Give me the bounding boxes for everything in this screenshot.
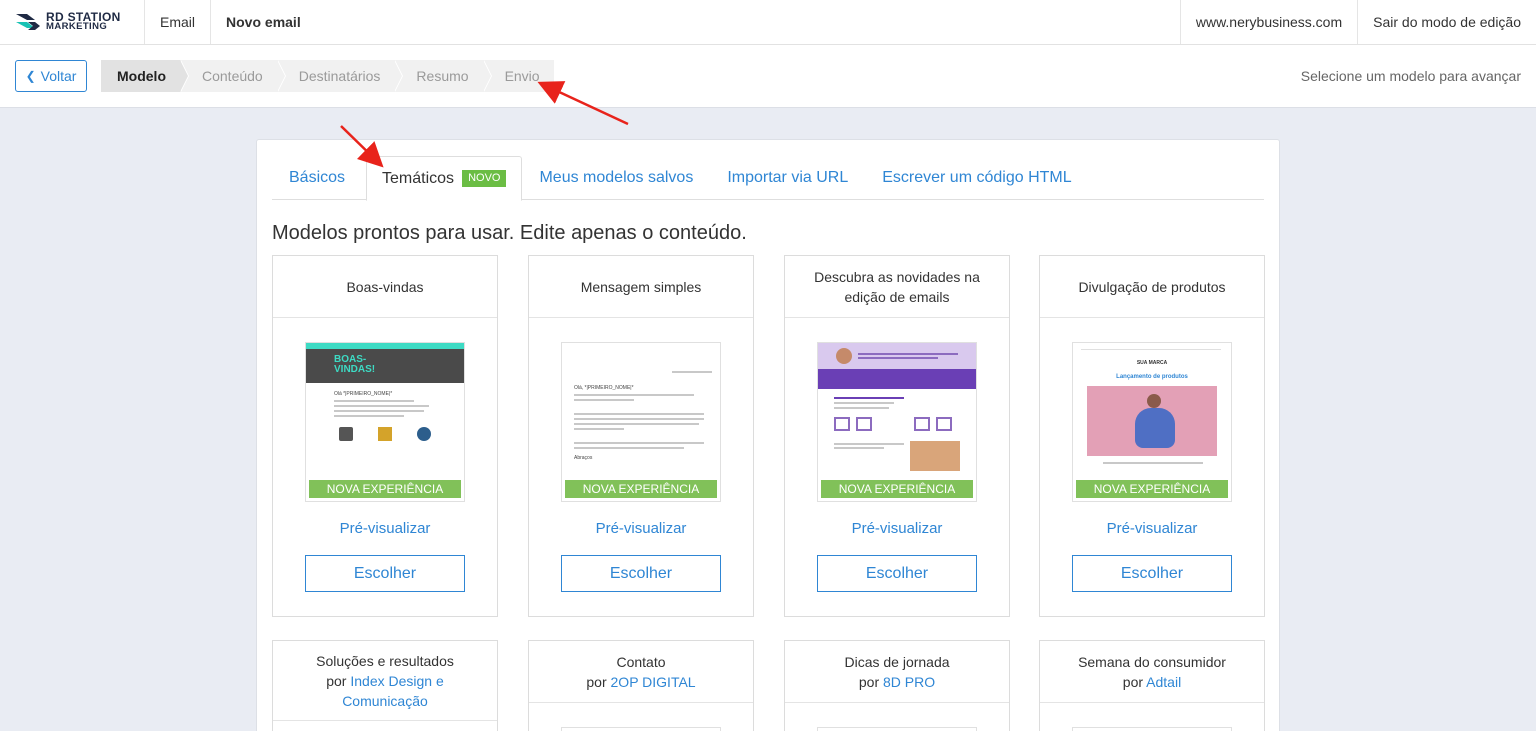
choose-button[interactable]: Escolher (817, 555, 977, 592)
template-thumbnail[interactable] (817, 727, 977, 731)
step-modelo[interactable]: Modelo (101, 60, 189, 92)
preview-link[interactable]: Pré-visualizar (1040, 520, 1264, 537)
new-badge: NOVO (462, 170, 507, 187)
template-card-contato: Contato por 2OP DIGITAL (528, 640, 754, 731)
preview-link[interactable]: Pré-visualizar (529, 520, 753, 537)
thumb-banner: BOAS-VINDAS! (306, 349, 464, 383)
template-panel: Básicos Temáticos NOVO Meus modelos salvo… (256, 139, 1280, 731)
card-title: Mensagem simples (529, 256, 753, 318)
author-link[interactable]: 2OP DIGITAL (611, 674, 696, 690)
logo-icon (16, 14, 40, 30)
choose-button[interactable]: Escolher (1072, 555, 1232, 592)
nav-current-page: Novo email (226, 14, 301, 30)
template-card-novidades: Descubra as novidades na edição de email… (784, 255, 1010, 617)
panel-subtitle: Modelos prontos para usar. Edite apenas … (272, 222, 747, 244)
thumb-product-heading: Lançamento de produtos (1116, 374, 1188, 380)
new-experience-badge: NOVA EXPERIÊNCIA (309, 480, 461, 498)
step-resumo: Resumo (394, 60, 492, 92)
thumb-greeting: Olá *|PRIMEIRO_NOME|* (334, 391, 393, 397)
card-title: Soluções e resultados por Index Design e… (273, 641, 497, 721)
nav-email[interactable]: Email (145, 0, 212, 44)
author-link[interactable]: Adtail (1146, 674, 1181, 690)
author-link[interactable]: 8D PRO (883, 674, 935, 690)
chevron-left-icon: ❮ (25, 69, 36, 83)
card-by: por (858, 673, 880, 690)
card-by: por (1122, 673, 1144, 690)
template-card-semana-consumidor: Semana do consumidor por Adtail (1039, 640, 1265, 731)
domain-selector[interactable]: www.nerybusiness.com (1179, 0, 1357, 44)
tab-tematicos-label: Temáticos (382, 170, 455, 187)
thumb-brand: SUA MARCA (1136, 360, 1168, 366)
card-title: Dicas de jornada por 8D PRO (785, 641, 1009, 703)
thumb-greeting: Olá, *|PRIMEIRO_NOME|* (574, 385, 634, 391)
thumb-product-photo (1087, 386, 1217, 456)
card-title-text: Dicas de jornada (844, 653, 950, 670)
template-thumbnail[interactable]: BOAS-VINDAS! Olá *|PRIMEIRO_NOME|* NOVA … (305, 342, 465, 502)
card-title-text: Semana do consumidor (1078, 653, 1226, 670)
template-thumbnail[interactable]: Olá, *|PRIMEIRO_NOME|* Abraços NOVA EXPE… (561, 342, 721, 502)
rd-station-logo[interactable]: RD STATION MARKETING (0, 0, 145, 44)
choose-button[interactable]: Escolher (561, 555, 721, 592)
template-card-dicas: Dicas de jornada por 8D PRO (784, 640, 1010, 731)
thumb-boxes (834, 417, 960, 431)
new-experience-badge: NOVA EXPERIÊNCIA (1076, 480, 1228, 498)
template-tabs: Básicos Temáticos NOVO Meus modelos salvo… (272, 156, 1264, 201)
card-title: Contato por 2OP DIGITAL (529, 641, 753, 703)
thumb-purple-band (818, 369, 976, 389)
card-title: Boas-vindas (273, 256, 497, 318)
template-thumbnail[interactable]: SUA MARCA Lançamento de produtos NOVA EX… (1072, 342, 1232, 502)
choose-button[interactable]: Escolher (305, 555, 465, 592)
thumb-header (818, 343, 976, 369)
preview-link[interactable]: Pré-visualizar (785, 520, 1009, 537)
new-experience-badge: NOVA EXPERIÊNCIA (565, 480, 717, 498)
tab-meus-modelos[interactable]: Meus modelos salvos (522, 156, 710, 200)
template-card-divulgacao-produtos: Divulgação de produtos SUA MARCA Lançame… (1039, 255, 1265, 617)
tab-importar-url[interactable]: Importar via URL (710, 156, 865, 200)
card-by: por (586, 673, 607, 690)
back-button-label: Voltar (40, 68, 77, 84)
template-card-boas-vindas: Boas-vindas BOAS-VINDAS! Olá *|PRIMEIRO_… (272, 255, 498, 617)
author-link[interactable]: Index Design e Comunicação (342, 673, 444, 709)
template-thumbnail[interactable] (1072, 727, 1232, 731)
thumb-tip (834, 441, 960, 471)
card-title: Divulgação de produtos (1040, 256, 1264, 318)
template-thumbnail[interactable]: NOVA EXPERIÊNCIA (817, 342, 977, 502)
exit-edit-mode-button[interactable]: Sair do modo de edição (1357, 0, 1536, 44)
step-envio: Envio (482, 60, 554, 92)
template-card-mensagem-simples: Mensagem simples Olá, *|PRIMEIRO_NOME|* … (528, 255, 754, 617)
thumb-heading: BOAS-VINDAS! (334, 354, 376, 375)
new-experience-badge: NOVA EXPERIÊNCIA (821, 480, 973, 498)
wizard-steps: Modelo Conteúdo Destinatários Resumo Env… (101, 60, 554, 92)
thumb-icons (326, 427, 444, 441)
card-title-text: Soluções e resultados (316, 652, 454, 669)
step-destinatarios: Destinatários (276, 60, 404, 92)
thumb-footer: Abraços (574, 455, 593, 461)
steps-bar: ❮ Voltar Modelo Conteúdo Destinatários R… (0, 45, 1536, 108)
template-thumbnail[interactable] (561, 727, 721, 731)
card-title-text: Contato (616, 653, 666, 670)
card-title: Descubra as novidades na edição de email… (785, 256, 1009, 318)
tab-tematicos[interactable]: Temáticos NOVO (366, 156, 523, 201)
top-bar: RD STATION MARKETING Email Novo email ww… (0, 0, 1536, 45)
template-card-solucoes: Soluções e resultados por Index Design e… (272, 640, 498, 731)
tab-basicos[interactable]: Básicos (272, 156, 362, 200)
card-title: Semana do consumidor por Adtail (1040, 641, 1264, 703)
step-conteudo: Conteúdo (180, 60, 286, 92)
preview-link[interactable]: Pré-visualizar (273, 520, 497, 537)
tab-codigo-html[interactable]: Escrever um código HTML (865, 156, 1088, 200)
logo-line2: MARKETING (46, 21, 108, 32)
card-by: por (326, 672, 347, 689)
step-hint: Selecione um modelo para avançar (1300, 68, 1521, 84)
back-button[interactable]: ❮ Voltar (15, 60, 87, 92)
